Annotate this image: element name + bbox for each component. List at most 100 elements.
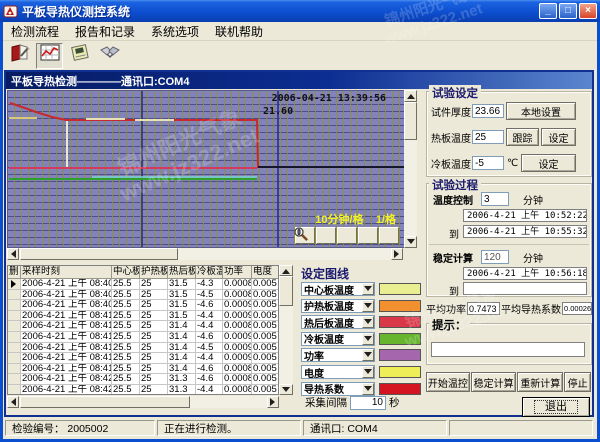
chart-vertical-scrollbar[interactable] <box>404 90 417 248</box>
row-selector[interactable] <box>8 321 21 332</box>
menu-item-2[interactable]: 系统选项 <box>143 22 207 41</box>
dropdown-button[interactable] <box>362 283 374 295</box>
menu-item-3[interactable]: 联机帮助 <box>207 22 271 41</box>
track-button[interactable]: 跟踪 <box>506 128 539 146</box>
maximize-button[interactable]: □ <box>559 3 577 19</box>
zoom-button-v-zoom-out[interactable] <box>358 227 378 244</box>
cell: 25 <box>140 332 168 343</box>
row-selector[interactable] <box>8 332 21 343</box>
row-selector[interactable] <box>8 364 21 375</box>
action-button-0[interactable]: 开始温控 <box>426 372 470 392</box>
table-row[interactable]: 2006-4-21 上午 08:4025.52531.5-4.60.00090.… <box>8 300 278 311</box>
table-horizontal-scrollbar[interactable] <box>7 396 279 408</box>
dropdown-button[interactable] <box>362 366 374 378</box>
interval-input[interactable] <box>350 396 386 410</box>
dropdown-button[interactable] <box>362 300 374 312</box>
dropdown-button[interactable] <box>362 316 374 328</box>
column-header-1[interactable]: 采样时刻 <box>21 266 112 279</box>
menu-item-0[interactable]: 检测流程 <box>3 22 67 41</box>
legend-combo-0[interactable]: 中心板温度 <box>301 282 375 296</box>
dropdown-button[interactable] <box>362 383 374 395</box>
legend-combo-3[interactable]: 冷板温度 <box>301 332 375 346</box>
dropdown-button[interactable] <box>362 333 374 345</box>
row-selector[interactable] <box>8 311 21 322</box>
set-hot-button[interactable]: 设定 <box>541 128 576 146</box>
toolbar-button-flow-edit[interactable] <box>6 43 33 69</box>
exit-button[interactable]: 退出 <box>522 397 590 417</box>
column-header-5[interactable]: 冷板温 <box>196 266 223 279</box>
cell: 2006-4-21 上午 08:41 <box>21 332 112 343</box>
zoom-button-h-zoom-out[interactable] <box>316 227 336 244</box>
cold-plate-input[interactable] <box>472 156 504 170</box>
thickness-input[interactable] <box>472 104 504 118</box>
table-row[interactable]: 2006-4-21 上午 08:4125.52531.4-4.50.00090.… <box>8 343 278 354</box>
zoom-button-h-zoom-in[interactable] <box>337 227 357 244</box>
legend-combo-6[interactable]: 导热系数 <box>301 382 375 396</box>
hot-plate-input[interactable] <box>472 130 504 144</box>
legend-combo-1[interactable]: 护热板温度 <box>301 299 375 313</box>
column-header-4[interactable]: 热后板 <box>168 266 196 279</box>
scroll-left-button[interactable] <box>7 396 19 408</box>
action-button-3[interactable]: 停止 <box>564 372 591 392</box>
menu-item-1[interactable]: 报告和记录 <box>67 22 143 41</box>
zoom-button-v-zoom-in[interactable] <box>379 227 399 244</box>
scroll-up-button[interactable] <box>404 90 417 102</box>
row-selector[interactable] <box>8 374 21 385</box>
row-selector[interactable] <box>8 290 21 301</box>
scroll-up-button[interactable] <box>279 265 293 276</box>
scroll-thumb[interactable] <box>20 396 190 408</box>
set-cold-button[interactable]: 设定 <box>521 154 576 172</box>
scroll-thumb[interactable] <box>279 276 293 306</box>
toolbar-button-document[interactable] <box>66 43 93 69</box>
legend-label: 中心板温度 <box>302 282 362 296</box>
temp-control-input[interactable] <box>481 192 509 206</box>
column-header-6[interactable]: 功率 <box>223 266 252 279</box>
close-button[interactable]: × <box>579 3 597 19</box>
table-row[interactable]: 2006-4-21 上午 08:4025.52531.5-4.50.00080.… <box>8 290 278 301</box>
row-selector[interactable] <box>8 279 21 290</box>
trend-chart[interactable]: 2006-04-21 13:39:56 21.60 10分钟/格 1/格 <box>7 90 405 248</box>
scroll-thumb[interactable] <box>404 102 417 140</box>
sample-data-grid[interactable]: 删采样时刻中心板护热板热后板冷板温功率电度2006-4-21 上午 08:402… <box>7 265 279 395</box>
table-row[interactable]: 2006-4-21 上午 08:4125.52531.4-4.40.00080.… <box>8 321 278 332</box>
table-vertical-scrollbar[interactable] <box>279 265 293 395</box>
table-row[interactable]: 2006-4-21 上午 08:4025.52531.5-4.30.00080.… <box>8 279 278 290</box>
row-selector[interactable] <box>8 300 21 311</box>
chevron-down-icon <box>364 303 372 312</box>
scroll-thumb[interactable] <box>20 248 178 260</box>
chart-horizontal-scrollbar[interactable] <box>7 248 403 260</box>
scroll-down-button[interactable] <box>404 236 417 248</box>
table-row[interactable]: 2006-4-21 上午 08:4225.52531.3-4.60.00080.… <box>8 374 278 385</box>
legend-combo-5[interactable]: 电度 <box>301 365 375 379</box>
table-row[interactable]: 2006-4-21 上午 08:4125.52531.4-4.60.00090.… <box>8 332 278 343</box>
column-header-2[interactable]: 中心板 <box>112 266 140 279</box>
local-setup-button[interactable]: 本地设置 <box>506 102 576 120</box>
column-header-0[interactable]: 删 <box>8 266 21 279</box>
table-row[interactable]: 2006-4-21 上午 08:4125.52531.5-4.40.00090.… <box>8 311 278 322</box>
column-header-3[interactable]: 护热板 <box>140 266 168 279</box>
row-selector[interactable] <box>8 353 21 364</box>
scroll-left-button[interactable] <box>7 248 19 260</box>
row-selector[interactable] <box>8 385 21 395</box>
toolbar-button-chart-report[interactable] <box>36 43 63 69</box>
toolbar-button-handshake[interactable] <box>96 43 123 69</box>
table-row[interactable]: 2006-4-21 上午 08:4225.52531.3-4.40.00080.… <box>8 385 278 395</box>
arrow-down-icon <box>282 387 290 396</box>
scroll-right-button[interactable] <box>391 248 403 260</box>
scroll-right-button[interactable] <box>267 396 279 408</box>
table-row[interactable]: 2006-4-21 上午 08:4125.52531.4-4.40.00090.… <box>8 353 278 364</box>
stable-calc-input[interactable] <box>481 250 509 264</box>
table-row[interactable]: 2006-4-21 上午 08:4125.52531.4-4.60.00080.… <box>8 364 278 375</box>
legend-combo-2[interactable]: 热后板温度 <box>301 315 375 329</box>
dropdown-button[interactable] <box>362 349 374 361</box>
chart-zoom-toolbar <box>294 227 399 244</box>
minimize-button[interactable]: _ <box>539 3 557 19</box>
action-button-2[interactable]: 重新计算 <box>517 372 563 392</box>
legend-combo-4[interactable]: 功率 <box>301 348 375 362</box>
scroll-down-button[interactable] <box>279 384 293 395</box>
legend-row-0: 中心板温度 <box>301 282 421 296</box>
action-button-1[interactable]: 稳定计算 <box>471 372 517 392</box>
detection-child-window: 平板导热检测————通讯口:COM4 2006-04-21 13:39:56 2… <box>4 70 594 417</box>
row-selector[interactable] <box>8 343 21 354</box>
column-header-7[interactable]: 电度 <box>252 266 279 279</box>
